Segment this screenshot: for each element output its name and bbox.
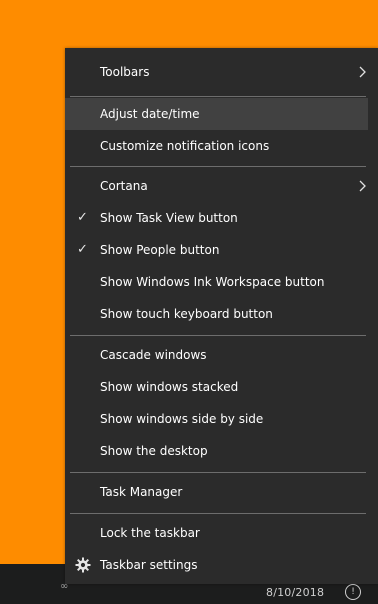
menu-item-label: Show People button	[100, 243, 220, 257]
menu-item-label: Show touch keyboard button	[100, 307, 273, 321]
menu-item-cortana[interactable]: Cortana	[65, 170, 368, 202]
menu-item-adjust-date-time[interactable]: Adjust date/time	[65, 98, 368, 130]
menu-item-show-windows-ink[interactable]: Show Windows Ink Workspace button	[65, 266, 368, 298]
menu-item-lock-taskbar[interactable]: Lock the taskbar	[65, 517, 368, 549]
gear-icon	[75, 557, 91, 573]
menu-item-show-touch-keyboard[interactable]: Show touch keyboard button	[65, 298, 368, 330]
menu-item-windows-stacked[interactable]: Show windows stacked	[65, 371, 368, 403]
notification-icon[interactable]: !	[345, 584, 361, 600]
menu-item-taskbar-settings[interactable]: Taskbar settings	[65, 549, 368, 581]
menu-item-label: Cortana	[100, 179, 148, 193]
menu-item-windows-side-by-side[interactable]: Show windows side by side	[65, 403, 368, 435]
taskbar-date[interactable]: 8/10/2018	[266, 586, 324, 599]
taskbar-context-menu: Toolbars Adjust date/time Customize noti…	[65, 48, 378, 584]
menu-item-label: Lock the taskbar	[100, 526, 200, 540]
menu-item-customize-notification-icons[interactable]: Customize notification icons	[65, 130, 368, 162]
chevron-right-icon	[359, 180, 366, 192]
menu-item-label: Show Task View button	[100, 211, 238, 225]
checkmark-icon: ✓	[77, 242, 88, 257]
menu-item-label: Show the desktop	[100, 444, 208, 458]
menu-item-show-desktop[interactable]: Show the desktop	[65, 435, 368, 467]
menu-item-label: Task Manager	[100, 485, 183, 499]
menu-item-label: Show windows stacked	[100, 380, 239, 394]
menu-item-label: Show Windows Ink Workspace button	[100, 275, 325, 289]
menu-divider	[70, 166, 366, 167]
menu-item-task-manager[interactable]: Task Manager	[65, 476, 368, 508]
menu-item-show-people[interactable]: ✓ Show People button	[65, 234, 368, 266]
menu-divider	[70, 472, 366, 473]
chevron-right-icon	[359, 66, 366, 78]
checkmark-icon: ✓	[77, 210, 88, 225]
menu-item-toolbars[interactable]: Toolbars	[65, 56, 368, 88]
menu-item-label: Adjust date/time	[100, 107, 200, 121]
menu-item-show-task-view[interactable]: ✓ Show Task View button	[65, 202, 368, 234]
menu-item-label: Taskbar settings	[100, 558, 198, 572]
menu-item-label: Cascade windows	[100, 348, 207, 362]
menu-item-label: Customize notification icons	[100, 139, 270, 153]
menu-divider	[70, 335, 366, 336]
menu-item-label: Toolbars	[100, 65, 150, 79]
menu-divider	[70, 96, 366, 97]
menu-item-label: Show windows side by side	[100, 412, 264, 426]
menu-divider	[70, 513, 366, 514]
menu-item-cascade-windows[interactable]: Cascade windows	[65, 339, 368, 371]
